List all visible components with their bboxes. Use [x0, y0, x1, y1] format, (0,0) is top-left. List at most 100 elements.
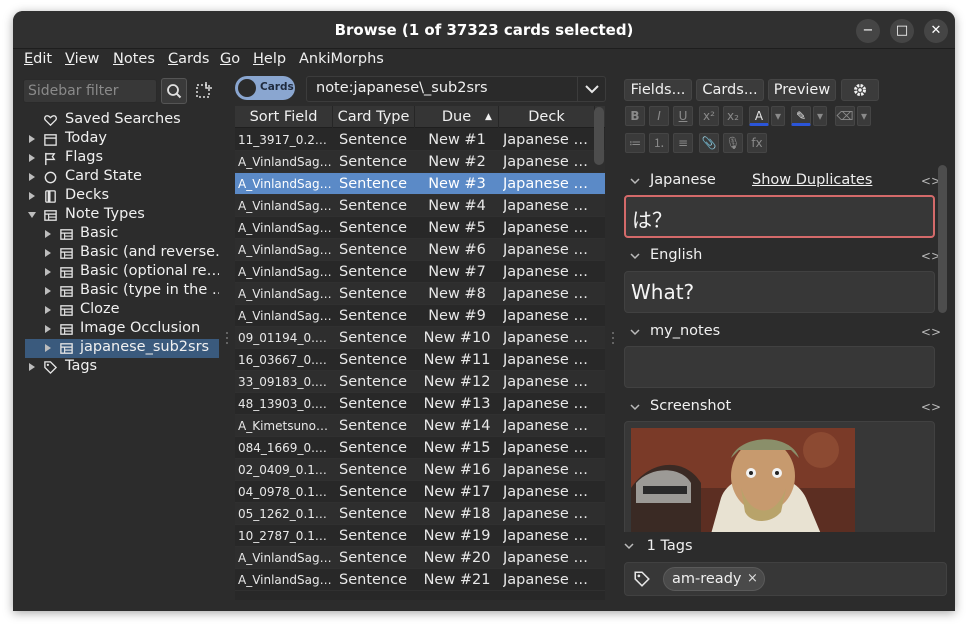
- expand-arrow-icon[interactable]: [29, 192, 35, 200]
- collapse-arrow-icon[interactable]: [28, 212, 36, 218]
- expand-arrow-icon[interactable]: [45, 306, 51, 314]
- underline-button[interactable]: U: [673, 106, 693, 126]
- expand-arrow-icon[interactable]: [45, 325, 51, 333]
- table-row[interactable]: A_VinlandSag… Sentence New #5 Japanese …: [235, 217, 605, 239]
- table-row[interactable]: A_VinlandSag… Sentence New #2 Japanese …: [235, 151, 605, 173]
- column-header-deck[interactable]: Deck: [499, 106, 595, 128]
- sidebar-item-today[interactable]: Today: [25, 130, 219, 149]
- menu-ankimorphs[interactable]: AnkiMorphs: [299, 51, 384, 67]
- minimize-button[interactable]: −: [856, 19, 880, 43]
- eraser-button[interactable]: ⌫: [835, 106, 855, 126]
- chevron-down-icon[interactable]: [630, 328, 640, 336]
- tags-header[interactable]: 1 Tags: [624, 538, 693, 554]
- sidebar-item-note-types[interactable]: Note Types: [25, 206, 219, 225]
- close-button[interactable]: ✕: [924, 19, 948, 43]
- settings-button[interactable]: [841, 79, 879, 101]
- math-button[interactable]: fx: [747, 133, 767, 153]
- sidebar-item-saved-searches[interactable]: Saved Searches: [25, 111, 219, 130]
- preview-button[interactable]: Preview: [768, 79, 836, 101]
- table-row[interactable]: 05_1262_0.18.... Sentence New #18 Japanese …: [235, 503, 605, 525]
- sidebar-search-button[interactable]: [161, 78, 187, 104]
- sidebar-item-card-state[interactable]: Card State: [25, 168, 219, 187]
- chevron-down-icon[interactable]: [624, 542, 634, 550]
- table-row[interactable]: 02_0409_0.17.... Sentence New #16 Japanese …: [235, 459, 605, 481]
- expand-arrow-icon[interactable]: [45, 344, 51, 352]
- menu-edit[interactable]: Edit: [24, 51, 52, 67]
- menu-help[interactable]: Help: [253, 51, 286, 67]
- expand-arrow-icon[interactable]: [45, 230, 51, 238]
- sidebar-item-basic-and-reverse[interactable]: Basic (and reverse…: [25, 244, 219, 263]
- search-history-dropdown[interactable]: [577, 77, 605, 101]
- html-editor-toggle-icon[interactable]: <>: [921, 400, 941, 414]
- attach-button[interactable]: 📎: [699, 133, 719, 153]
- field-english-input[interactable]: What?: [624, 271, 935, 313]
- sidebar-item-decks[interactable]: Decks: [25, 187, 219, 206]
- chevron-down-icon[interactable]: [630, 252, 640, 260]
- column-header-due[interactable]: Due ▲: [415, 106, 499, 128]
- table-row[interactable]: A_VinlandSag… Sentence New #4 Japanese …: [235, 195, 605, 217]
- sidebar-item-basic-type[interactable]: Basic (type in the …: [25, 282, 219, 301]
- bullet-list-button[interactable]: ≔: [625, 133, 645, 153]
- sidebar-item-basic-optional[interactable]: Basic (optional re…: [25, 263, 219, 282]
- field-header-screenshot[interactable]: Screenshot <>: [624, 398, 947, 418]
- field-my-notes-input[interactable]: [624, 346, 935, 388]
- field-header-my-notes[interactable]: my_notes <>: [624, 323, 947, 343]
- table-row[interactable]: A_VinlandSag… Sentence New #21 Japanese …: [235, 569, 605, 591]
- editor-scrollbar[interactable]: [938, 165, 947, 313]
- sidebar-item-basic[interactable]: Basic: [25, 225, 219, 244]
- table-row[interactable]: A_VinlandSag… Sentence New #7 Japanese …: [235, 261, 605, 283]
- chevron-down-icon[interactable]: [630, 177, 640, 185]
- table-scrollbar[interactable]: [594, 107, 604, 165]
- bold-button[interactable]: B: [625, 106, 645, 126]
- table-row[interactable]: A_VinlandSag… Sentence New #3 Japanese …: [235, 173, 605, 195]
- sidebar-item-image-occlusion[interactable]: Image Occlusion: [25, 320, 219, 339]
- eraser-dropdown[interactable]: ▾: [857, 106, 871, 126]
- sidebar-item-flags[interactable]: Flags: [25, 149, 219, 168]
- table-row[interactable]: 11_3917_0.20.... Sentence New #1 Japanese …: [235, 129, 605, 151]
- cards-button[interactable]: Cards...: [696, 79, 764, 101]
- sidebar-item-japanese-sub2srs[interactable]: japanese_sub2srs: [25, 339, 219, 358]
- expand-arrow-icon[interactable]: [45, 287, 51, 295]
- table-row[interactable]: A_VinlandSag… Sentence New #6 Japanese …: [235, 239, 605, 261]
- tag-chip[interactable]: am-ready ×: [663, 567, 765, 591]
- menu-go[interactable]: Go: [220, 51, 240, 67]
- field-header-japanese[interactable]: Japanese Show Duplicates <>: [624, 172, 947, 192]
- table-row[interactable]: A_KimetsunoY… Sentence New #14 Japanese …: [235, 415, 605, 437]
- menu-notes[interactable]: Notes: [113, 51, 155, 67]
- sidebar-select-mode-button[interactable]: [191, 78, 217, 104]
- expand-arrow-icon[interactable]: [29, 135, 35, 143]
- maximize-button[interactable]: □: [890, 19, 914, 43]
- table-row[interactable]: 04_0978_0.18.... Sentence New #17 Japanese …: [235, 481, 605, 503]
- table-row[interactable]: 16_03667_0.1… Sentence New #11 Japanese …: [235, 349, 605, 371]
- expand-arrow-icon[interactable]: [45, 268, 51, 276]
- field-screenshot-input[interactable]: [624, 421, 935, 532]
- show-duplicates-link[interactable]: Show Duplicates: [752, 172, 872, 188]
- column-header-sort-field[interactable]: Sort Field: [235, 106, 333, 128]
- expand-arrow-icon[interactable]: [45, 249, 51, 257]
- superscript-button[interactable]: x²: [699, 106, 719, 126]
- expand-arrow-icon[interactable]: [29, 363, 35, 371]
- menu-cards[interactable]: Cards: [168, 51, 209, 67]
- html-editor-toggle-icon[interactable]: <>: [921, 325, 941, 339]
- highlight-dropdown[interactable]: ▾: [813, 106, 827, 126]
- numbered-list-button[interactable]: ⒈: [649, 133, 669, 153]
- record-audio-button[interactable]: 🎙: [723, 133, 743, 153]
- remove-tag-icon[interactable]: ×: [747, 571, 758, 586]
- field-header-english[interactable]: English <>: [624, 247, 947, 267]
- expand-arrow-icon[interactable]: [29, 154, 35, 162]
- highlight-button[interactable]: ✎: [791, 106, 811, 126]
- text-color-dropdown[interactable]: ▾: [771, 106, 785, 126]
- subscript-button[interactable]: x₂: [723, 106, 743, 126]
- text-color-button[interactable]: A: [749, 106, 769, 126]
- align-button[interactable]: ≡: [673, 133, 693, 153]
- menu-view[interactable]: View: [65, 51, 99, 67]
- table-row[interactable]: A_VinlandSag… Sentence New #20 Japanese …: [235, 547, 605, 569]
- sidebar-filter-input[interactable]: Sidebar filter: [23, 79, 157, 103]
- expand-arrow-icon[interactable]: [29, 173, 35, 181]
- table-row[interactable]: 084_1669_0.2… Sentence New #15 Japanese …: [235, 437, 605, 459]
- table-row[interactable]: 10_2787_0.18.... Sentence New #19 Japanese …: [235, 525, 605, 547]
- table-row[interactable]: A_VinlandSag… Sentence New #8 Japanese …: [235, 283, 605, 305]
- editor-splitter-handle[interactable]: [611, 331, 615, 345]
- sidebar-splitter-handle[interactable]: [225, 331, 229, 345]
- column-header-card-type[interactable]: Card Type: [333, 106, 415, 128]
